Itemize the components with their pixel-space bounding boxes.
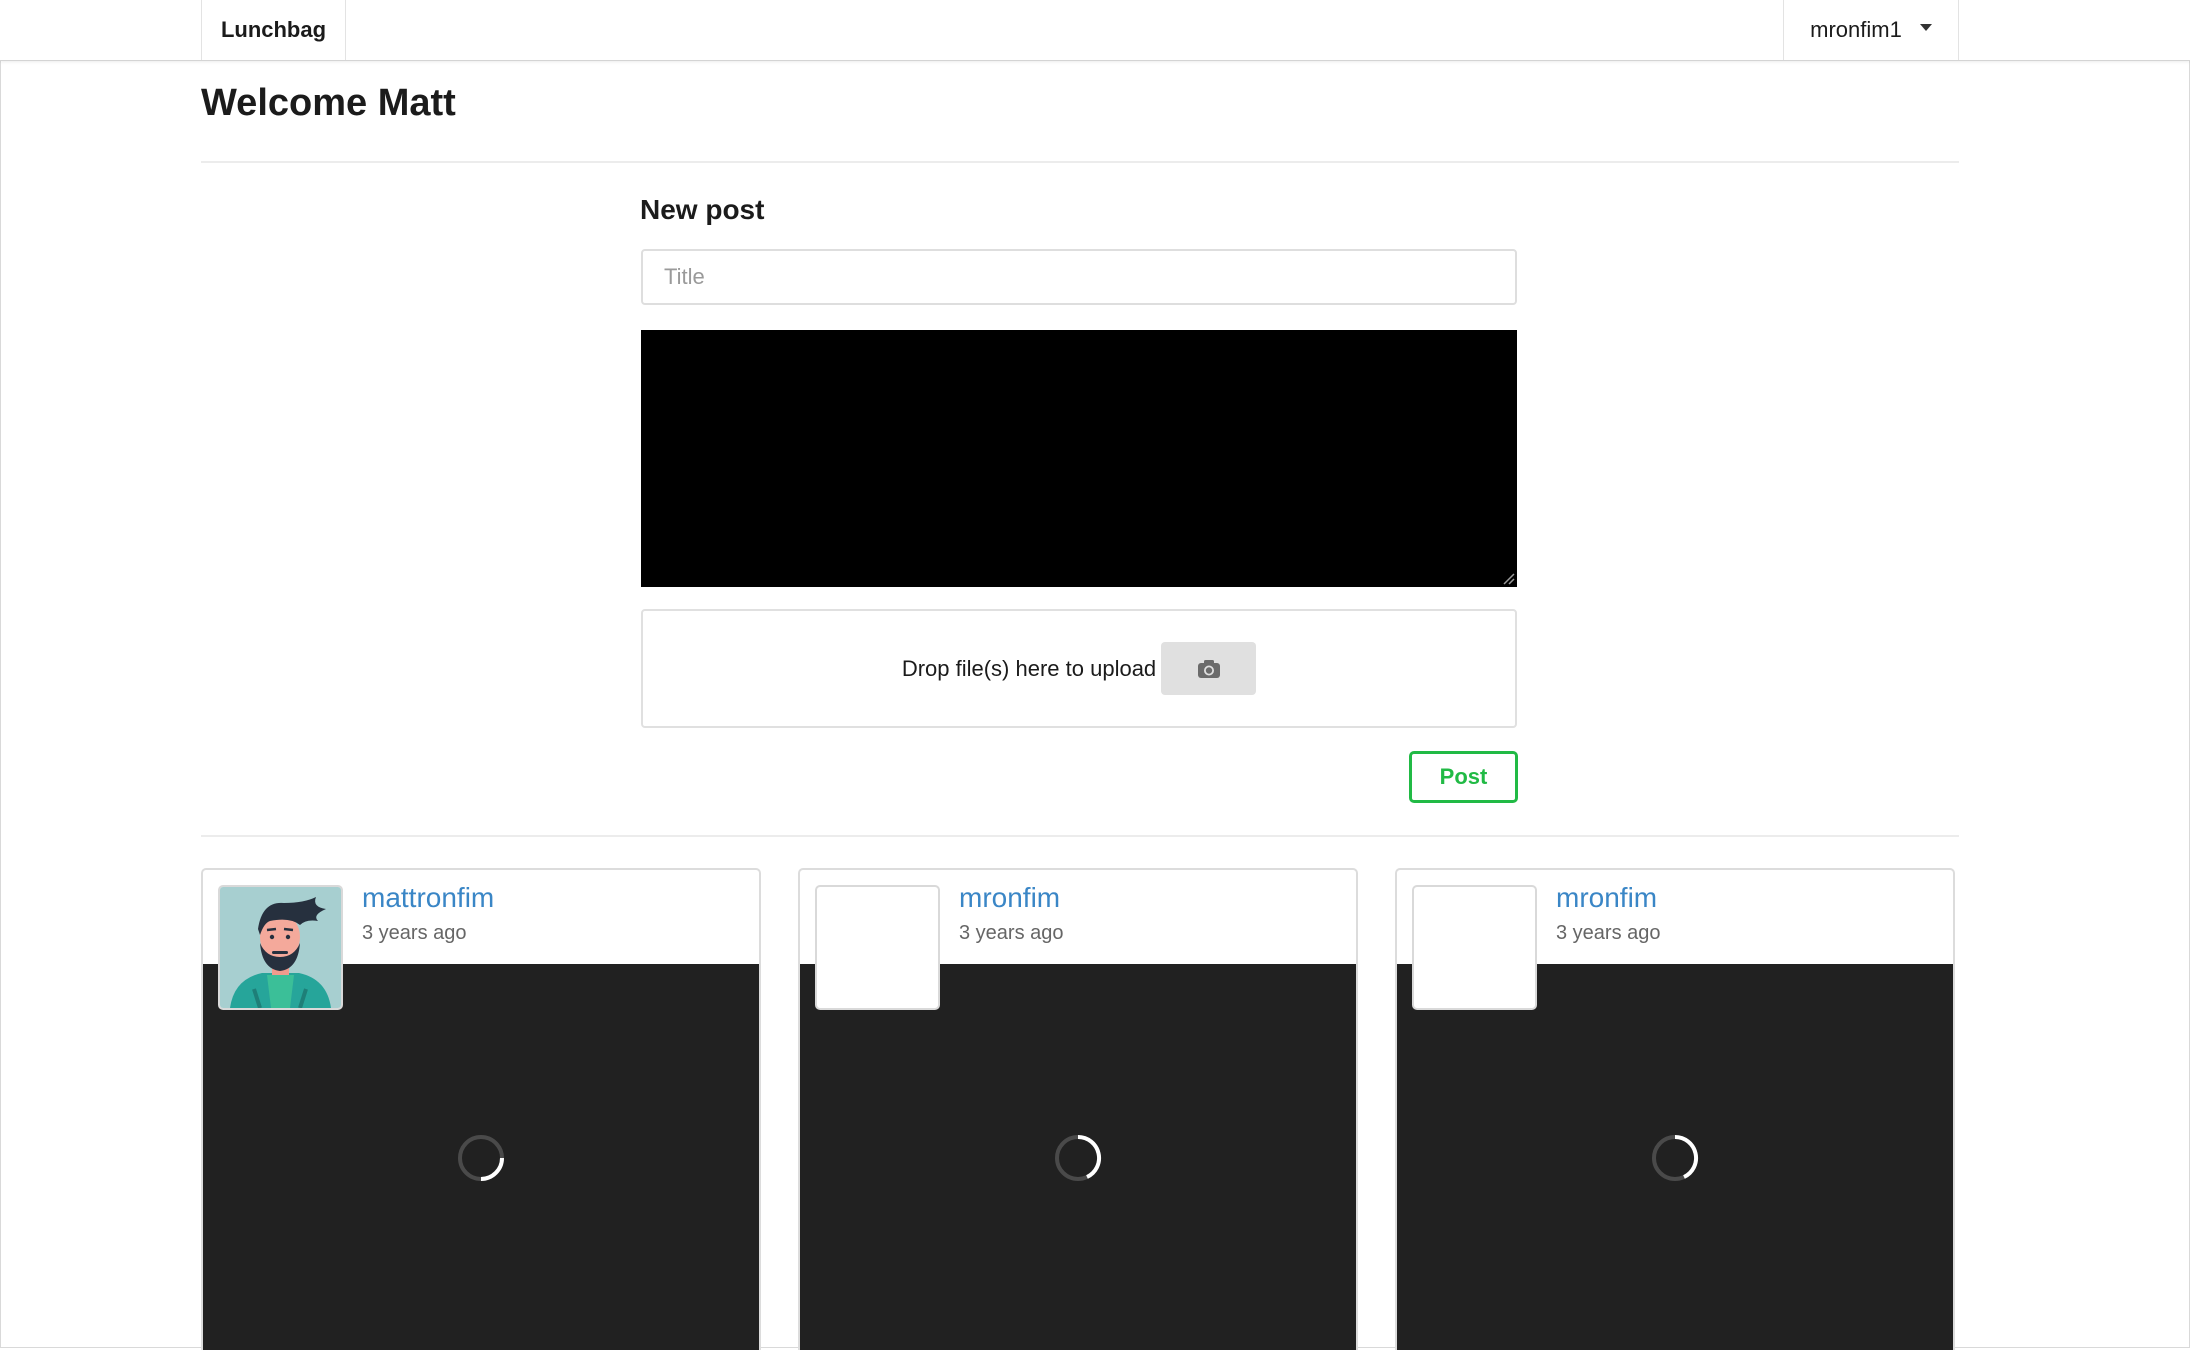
camera-upload-button[interactable] bbox=[1161, 642, 1257, 695]
file-dropzone[interactable]: Drop file(s) here to upload bbox=[641, 609, 1517, 728]
post-media[interactable] bbox=[1397, 964, 1953, 1350]
avatar[interactable] bbox=[1412, 885, 1537, 1010]
post-card: mattronfim 3 years ago bbox=[201, 868, 761, 1350]
post-media[interactable] bbox=[203, 964, 759, 1350]
resize-handle-icon[interactable] bbox=[1501, 571, 1515, 585]
loading-spinner-icon bbox=[458, 1135, 504, 1181]
post-username-link[interactable]: mronfim bbox=[1556, 882, 1657, 914]
brand-label: Lunchbag bbox=[220, 17, 327, 42]
post-media[interactable] bbox=[800, 964, 1356, 1350]
post-card: mronfim 3 years ago bbox=[1395, 868, 1955, 1350]
avatar[interactable] bbox=[218, 885, 343, 1010]
top-navbar: Lunchbag mronfim1 bbox=[0, 0, 2190, 61]
avatar[interactable] bbox=[815, 885, 940, 1010]
post-timestamp: 3 years ago bbox=[959, 922, 1064, 944]
new-post-heading: New post bbox=[640, 194, 765, 225]
post-username-link[interactable]: mattronfim bbox=[362, 882, 494, 914]
post-button[interactable]: Post bbox=[1409, 751, 1518, 803]
post-body-editor[interactable] bbox=[641, 330, 1517, 587]
dropzone-label: Drop file(s) here to upload bbox=[901, 655, 1157, 681]
caret-down-icon bbox=[1919, 23, 1932, 31]
post-username-link[interactable]: mronfim bbox=[959, 882, 1060, 914]
post-timestamp: 3 years ago bbox=[1556, 922, 1661, 944]
post-card: mronfim 3 years ago bbox=[798, 868, 1358, 1350]
username-label: mronfim1 bbox=[1810, 17, 1902, 42]
brand-link[interactable]: Lunchbag bbox=[201, 0, 346, 60]
form-divider bbox=[201, 835, 1959, 837]
page-title: Welcome Matt bbox=[201, 82, 456, 124]
title-input[interactable] bbox=[641, 249, 1517, 305]
loading-spinner-icon bbox=[1055, 1134, 1102, 1181]
user-menu-dropdown[interactable]: mronfim1 bbox=[1783, 0, 1959, 60]
bearded-man-avatar-icon bbox=[220, 887, 341, 1008]
loading-spinner-icon bbox=[1652, 1134, 1699, 1181]
camera-icon bbox=[1197, 659, 1220, 678]
header-divider bbox=[201, 161, 1959, 163]
post-timestamp: 3 years ago bbox=[362, 922, 467, 944]
